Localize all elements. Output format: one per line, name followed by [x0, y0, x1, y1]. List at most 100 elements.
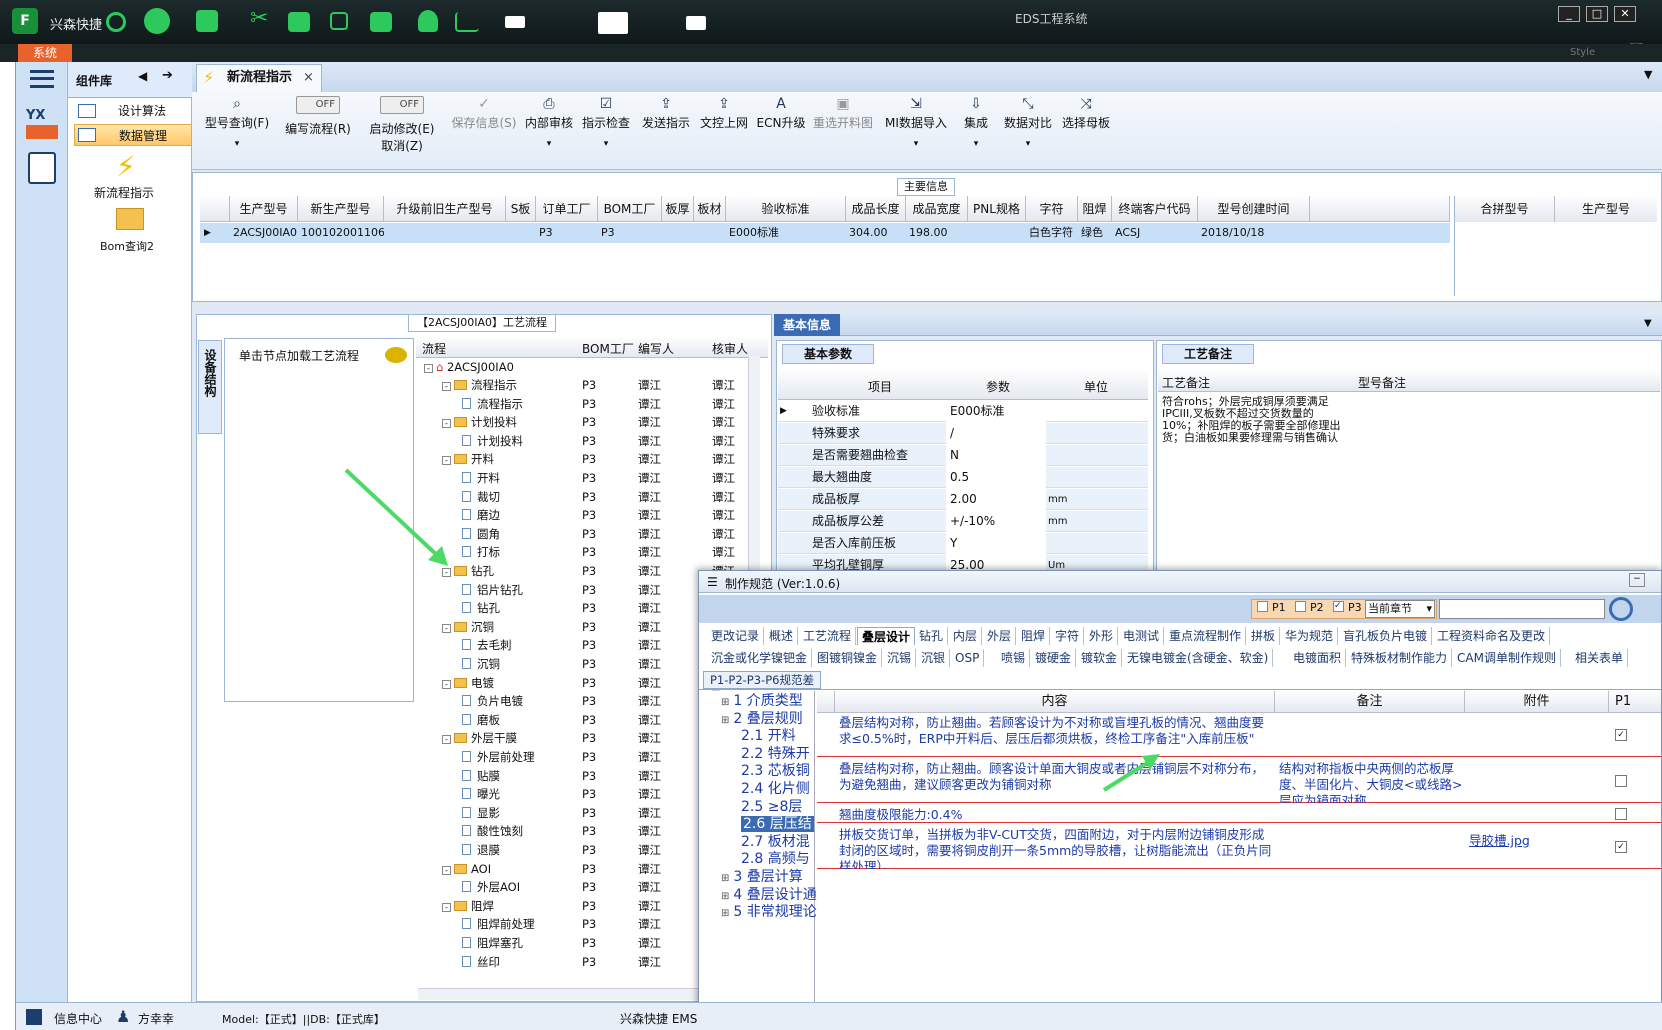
- dialog-search-input[interactable]: [1439, 599, 1605, 619]
- p1-col-header[interactable]: P1: [1611, 691, 1661, 713]
- scope-select[interactable]: 当前章节 ▾: [1365, 600, 1435, 618]
- grid-cell[interactable]: 198.00: [906, 223, 968, 243]
- dialog-tab[interactable]: 镀软金: [1077, 649, 1123, 667]
- grid-col-header[interactable]: 验收标准: [726, 196, 846, 222]
- collapse-icon[interactable]: -: [424, 364, 433, 373]
- bom-col-header[interactable]: BOM工厂: [582, 340, 634, 357]
- tree-node[interactable]: 去毛刺: [462, 636, 512, 654]
- dialog-tab[interactable]: 外形: [1085, 627, 1119, 645]
- dialog-tab-diff[interactable]: P1-P2-P3-P6规范差异: [703, 671, 821, 703]
- tab-basic-info[interactable]: 基本信息: [774, 314, 840, 336]
- collapse-icon[interactable]: -: [442, 419, 451, 429]
- tree-node[interactable]: 磨板: [462, 711, 500, 729]
- hamburger-icon[interactable]: [30, 70, 54, 88]
- param-row[interactable]: 成品板厚 2.00 mm: [778, 489, 1148, 510]
- spec-note[interactable]: [1279, 807, 1465, 823]
- dialog-tab[interactable]: 阻焊: [1017, 627, 1051, 645]
- start-edit-toggle[interactable]: OFF: [380, 96, 424, 114]
- grid-col-header[interactable]: 订单工厂: [536, 196, 598, 222]
- param-value[interactable]: 0.5: [946, 467, 1046, 488]
- dialog-tab[interactable]: 工艺流程: [799, 627, 857, 645]
- tree-node[interactable]: 铝片钻孔: [462, 581, 523, 599]
- toc-item[interactable]: 2.4 化片侧: [741, 781, 810, 797]
- collapse-icon[interactable]: -: [442, 382, 451, 391]
- search-icon[interactable]: [106, 12, 126, 32]
- grid-col-header[interactable]: 生产型号: [230, 196, 298, 222]
- dialog-tab[interactable]: 电镀面积: [1289, 649, 1347, 667]
- param-row[interactable]: ▶ 验收标准 E000标准: [778, 401, 1148, 422]
- collapse-icon[interactable]: -: [442, 456, 451, 466]
- system-menu[interactable]: 系统: [18, 44, 72, 62]
- select-mother-button[interactable]: ⤨ 选择母板: [1058, 96, 1114, 131]
- tree-node[interactable]: 沉铜: [462, 655, 500, 673]
- content-col-header[interactable]: 内容: [835, 691, 1275, 713]
- grid-col-header[interactable]: PNL规格: [968, 196, 1026, 222]
- expand-icon[interactable]: ⊞: [721, 873, 729, 884]
- note-col-header[interactable]: 备注: [1275, 691, 1465, 713]
- grid-col-header[interactable]: 板厚: [662, 196, 694, 222]
- spec-content[interactable]: 拼板交货订单，当拼板为非V-CUT交货，四面附边，对于内层附边铺铜皮形成封闭的区…: [839, 827, 1273, 869]
- dialog-tab[interactable]: 叠层设计: [857, 627, 916, 645]
- doc-upload-button[interactable]: ⇪ 文控上网: [696, 96, 752, 131]
- toc-item[interactable]: ⊞ 1 介质类型: [721, 693, 803, 711]
- grid-cell[interactable]: 2ACSJ00IA0: [230, 223, 298, 243]
- dialog-tab[interactable]: 沉银: [917, 649, 951, 667]
- chart-icon[interactable]: [455, 12, 479, 32]
- tree-node[interactable]: 流程指示: [462, 395, 523, 413]
- dialog-tab[interactable]: 特殊板材制作能力: [1347, 649, 1453, 667]
- toc-item[interactable]: 2.8 高频与: [741, 851, 810, 867]
- dialog-tab[interactable]: 钻孔: [915, 627, 949, 645]
- toc-item[interactable]: 2.1 开料: [741, 728, 796, 744]
- tree-node[interactable]: - 开料: [442, 450, 494, 468]
- collapse-icon[interactable]: -: [442, 902, 451, 912]
- tree-node[interactable]: 负片电镀: [462, 692, 523, 710]
- dialog-tab[interactable]: 字符: [1051, 627, 1085, 645]
- instruction-check-button[interactable]: ☑ 指示检查 ▾: [578, 96, 634, 149]
- new-flow-label[interactable]: 新流程指示: [94, 184, 154, 201]
- tree-node[interactable]: 圆角: [462, 525, 500, 543]
- table-icon[interactable]: [196, 10, 218, 32]
- param-row[interactable]: 最大翘曲度 0.5: [778, 467, 1148, 488]
- dialog-tab[interactable]: 电测试: [1119, 627, 1165, 645]
- start-edit-button[interactable]: OFF 启动修改(E) 取消(Z): [360, 96, 444, 154]
- copy-icon[interactable]: [330, 12, 348, 30]
- model-query-button[interactable]: ⌕ 型号查询(F) ▾: [202, 96, 272, 149]
- spec-content[interactable]: 叠层结构对称，防止翘曲。顾客设计单面大铜皮或者内层铺铜层不对称分布，为避免翘曲，…: [839, 761, 1273, 803]
- tree-node[interactable]: 酸性蚀刻: [462, 822, 523, 840]
- param-value[interactable]: N: [946, 445, 1046, 466]
- grid-cell[interactable]: 白色字符: [1026, 223, 1078, 243]
- grid-cell[interactable]: [506, 223, 536, 243]
- tab-new-flow[interactable]: ⚡ 新流程指示 ×: [196, 64, 322, 92]
- param-row[interactable]: 成品板厚公差 +/-10% mm: [778, 511, 1148, 532]
- toc-item[interactable]: 2.6 层压结: [741, 816, 814, 833]
- file-col-header[interactable]: 附件: [1465, 691, 1609, 713]
- tree-node[interactable]: 外层前处理: [462, 748, 535, 766]
- vertical-tab-structure[interactable]: 设备结构: [198, 340, 222, 434]
- grid-col-header[interactable]: 阻焊: [1078, 196, 1112, 222]
- tree-node[interactable]: 阻焊塞孔: [462, 934, 523, 952]
- grid-cell[interactable]: P3: [598, 223, 662, 243]
- dialog-tab[interactable]: 沉锡: [883, 649, 917, 667]
- grid-col-header[interactable]: 板材: [694, 196, 726, 222]
- ecn-upgrade-button[interactable]: A ECN升级: [756, 96, 806, 131]
- scissors-icon[interactable]: ✂: [250, 6, 276, 32]
- grid-col-header[interactable]: 升级前旧生产型号: [384, 196, 506, 222]
- spec-note[interactable]: 结构对称指板中央两侧的芯板厚度、半固化片、大铜皮<或线路>层应为镜面对称: [1279, 761, 1465, 803]
- spec-attachment-link[interactable]: 导胶槽.jpg: [1469, 833, 1609, 849]
- p1-checkbox[interactable]: [1615, 808, 1627, 820]
- write-flow-button[interactable]: OFF 编写流程(R): [276, 96, 360, 137]
- save-info-button[interactable]: ✓ 保存信息(S): [448, 96, 520, 131]
- expand-icon[interactable]: ⊞: [721, 908, 729, 919]
- tree-node[interactable]: - 电镀: [442, 674, 494, 692]
- p1-checkbox[interactable]: ✓: [1615, 841, 1627, 853]
- grid-icon[interactable]: [26, 1009, 42, 1025]
- grid-cell[interactable]: ACSJ: [1112, 223, 1198, 243]
- integrate-button[interactable]: ⇩ 集成 ▾: [956, 96, 996, 149]
- remark-text[interactable]: 符合rohs；外层完成铜厚须要满足IPCIII,叉板数不超过交货数量的10%；补…: [1162, 396, 1346, 462]
- tree-node[interactable]: - 外层干膜: [442, 729, 517, 747]
- dialog-tab[interactable]: 图镀铜镍金: [813, 649, 883, 667]
- grid-cell[interactable]: [968, 223, 1026, 243]
- spec-content[interactable]: 翘曲度极限能力:0.4%: [839, 807, 1273, 823]
- dialog-tab[interactable]: 华为规范: [1281, 627, 1339, 645]
- param-value[interactable]: Y: [946, 533, 1046, 554]
